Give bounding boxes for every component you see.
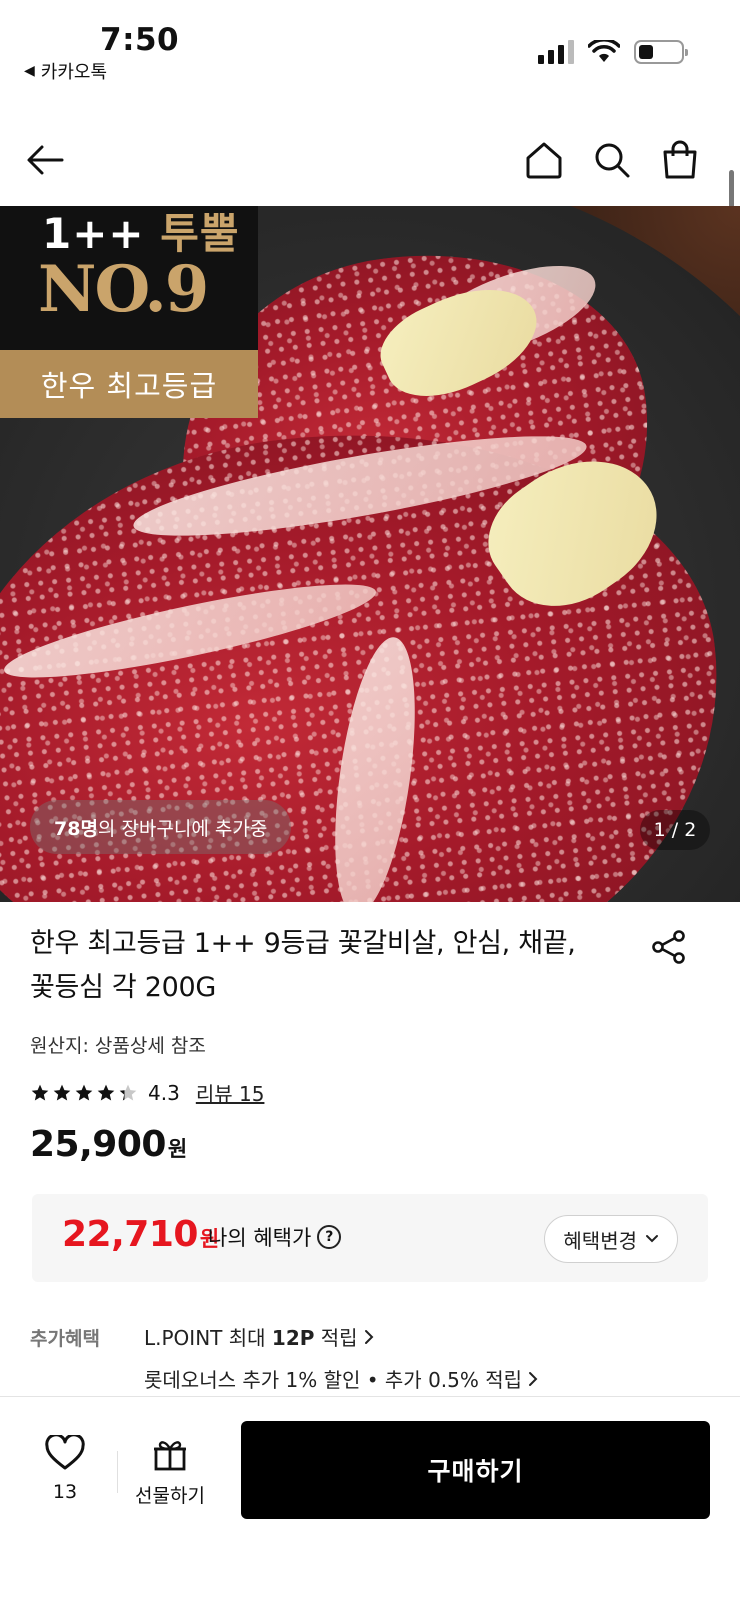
benefit-price: 22,710원 <box>62 1214 219 1255</box>
gift-label: 선물하기 <box>135 1485 205 1507</box>
bottom-action-bar: 13 선물하기 구매하기 <box>0 1396 740 1604</box>
chevron-down-icon <box>646 1235 658 1243</box>
benefit-price-label: 나의 혜택가 ? <box>208 1222 342 1252</box>
back-app-label: 카카오톡 <box>40 62 108 83</box>
wifi-icon <box>588 40 620 62</box>
origin-info: 원산지: 상품상세 참조 <box>30 1035 206 1057</box>
shopping-bag-icon <box>663 140 697 179</box>
heart-icon <box>45 1433 85 1470</box>
gift-icon <box>154 1441 186 1471</box>
star-icon <box>53 1084 71 1100</box>
wishlist-button[interactable]: 13 <box>38 1433 92 1503</box>
back-button[interactable] <box>21 136 69 184</box>
lotte-owners-benefit-link[interactable]: 롯데오너스 추가 1% 할인 • 추가 0.5% 적립 <box>144 1364 538 1393</box>
top-nav <box>0 118 740 206</box>
buy-button[interactable]: 구매하기 <box>241 1421 710 1519</box>
grade-badge-caption: 한우 최고등급 <box>0 350 258 418</box>
star-icon <box>31 1084 49 1100</box>
product-image-carousel[interactable]: 1++ 투뿔 NO.9 한우 최고등급 78명 의 장바구니에 추가중 1 / 2 <box>0 206 740 902</box>
home-icon <box>526 142 562 179</box>
original-price: 25,900원 <box>30 1124 187 1165</box>
gift-button[interactable]: 선물하기 <box>128 1437 212 1508</box>
chevron-right-icon <box>364 1329 373 1344</box>
wishlist-count: 13 <box>52 1481 78 1503</box>
cart-button[interactable] <box>656 136 704 184</box>
share-button[interactable] <box>650 928 690 968</box>
image-page-indicator: 1 / 2 <box>640 810 710 850</box>
help-icon[interactable]: ? <box>317 1225 342 1249</box>
home-button[interactable] <box>520 136 568 184</box>
star-icon <box>75 1084 93 1100</box>
search-button[interactable] <box>588 136 636 184</box>
extra-benefit-label: 추가혜택 <box>30 1328 100 1350</box>
benefit-price-box: 22,710원 나의 혜택가 ? 혜택변경 <box>32 1194 708 1282</box>
change-benefit-button[interactable]: 혜택변경 <box>544 1215 678 1263</box>
rating-stars <box>30 1083 138 1103</box>
status-icons <box>538 40 688 64</box>
star-icon <box>119 1084 137 1100</box>
status-bar: 7:50 ◀ 카카오톡 <box>0 0 740 100</box>
back-triangle-icon: ◀ <box>24 63 35 79</box>
arrow-left-icon <box>27 145 64 175</box>
rating-value: 4.3 <box>148 1080 180 1105</box>
cart-activity-pill: 78명 의 장바구니에 추가중 <box>30 800 292 854</box>
divider <box>117 1451 118 1493</box>
grade-badge: 1++ 투뿔 NO.9 <box>0 206 258 350</box>
status-time: 7:50 <box>100 22 180 58</box>
product-title: 한우 최고등급 1++ 9등급 꽃갈비살, 안심, 채끝, 꽃등심 각 200G <box>30 928 576 1003</box>
back-to-app-link[interactable]: ◀ 카카오톡 <box>24 58 107 84</box>
lpoint-benefit-link[interactable]: L.POINT 최대 12P 적립 <box>144 1322 374 1351</box>
share-icon <box>652 930 685 964</box>
chevron-right-icon <box>529 1371 538 1386</box>
review-link[interactable]: 리뷰 15 <box>196 1078 265 1107</box>
search-icon <box>595 143 630 178</box>
star-icon <box>97 1084 115 1100</box>
grade-badge-number: NO.9 <box>38 252 209 327</box>
rating-row: 4.3 리뷰 15 <box>30 1078 264 1107</box>
cellular-signal-icon <box>538 40 574 64</box>
battery-icon <box>634 40 688 64</box>
